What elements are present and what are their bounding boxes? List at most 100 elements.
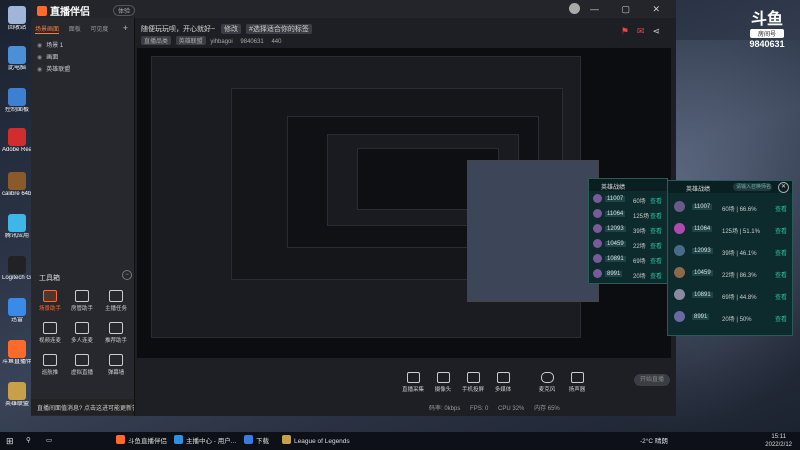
- microphone-button[interactable]: 麦克风: [533, 372, 561, 393]
- room-name: yihbagoi: [210, 39, 233, 45]
- tool-room-admin[interactable]: 房管助手: [67, 290, 97, 312]
- desktop-icon-this-pc[interactable]: 此电脑: [2, 46, 32, 72]
- list-item[interactable]: 10459 22场 查看: [589, 236, 667, 251]
- app-logo: 直播伴侣: [37, 3, 90, 18]
- avatar: [674, 201, 685, 212]
- desktop-icon-douyu-companion[interactable]: 斗鱼直播伴侣: [2, 340, 32, 366]
- rank-panel-small-header: 英雄战绩: [589, 179, 667, 191]
- tool-scene-assistant[interactable]: 场景助手: [35, 290, 65, 312]
- thunder-icon: [8, 298, 26, 316]
- room-number: 9840631: [749, 39, 785, 49]
- list-item[interactable]: 10891 69场 | 44.8% 查看: [668, 284, 792, 306]
- control-panel-icon: [8, 88, 26, 106]
- pdf-icon: [8, 128, 26, 146]
- category-pill[interactable]: 直播品类: [141, 36, 172, 45]
- tool-video-link[interactable]: 视频连麦: [35, 322, 65, 344]
- desktop-icon-adobe-reader[interactable]: Adobe Reader X: [2, 128, 32, 154]
- tool-recommend[interactable]: 推荐助手: [101, 322, 131, 344]
- room-id: 9840631: [240, 39, 264, 45]
- phone-cast-button[interactable]: 手机投屏: [459, 372, 487, 393]
- add-scene-icon[interactable]: +: [123, 23, 128, 33]
- taskbar: ⊞ ⚲ ▭ 斗鱼直播伴侣 主播中心 - 用户... 下载 League of L…: [0, 432, 800, 450]
- list-item[interactable]: 11064 125场 查看: [589, 206, 667, 221]
- camera-button[interactable]: 摄像头: [429, 372, 457, 393]
- tool-streamer-tasks[interactable]: 主播任务: [101, 290, 131, 312]
- list-item[interactable]: 8991 20场 查看: [589, 266, 667, 281]
- desktop-icon-tencent-apps[interactable]: 腾讯应用: [2, 214, 32, 240]
- task-view-icon[interactable]: ▭: [46, 435, 52, 447]
- notice-bar[interactable]: 直播间面值消息? 点击这进可能更新答疑: [31, 399, 134, 415]
- desktop-icon-control-panel[interactable]: 控制面板: [2, 88, 32, 114]
- desktop-icon-calibre[interactable]: calibre 64bit - E-book ...: [2, 172, 32, 198]
- tag-button[interactable]: #选择适合你的标签: [246, 24, 312, 34]
- scene-item[interactable]: ◉ 场景 1: [37, 40, 63, 49]
- media-button[interactable]: 多媒体: [489, 372, 517, 393]
- list-item[interactable]: 11007 60场 | 66.6% 查看: [668, 196, 792, 218]
- search-input[interactable]: 请输入召唤师名: [733, 183, 772, 191]
- tab-visibility[interactable]: 可见度: [90, 27, 108, 33]
- taskbar-item[interactable]: League of Legends: [282, 435, 350, 447]
- stream-title[interactable]: 随便玩玩呗，开心就好~: [141, 26, 215, 33]
- version-badge[interactable]: 体验: [113, 5, 136, 16]
- douyu-logo-icon: [37, 6, 47, 16]
- taskbar-item[interactable]: 下载: [244, 435, 269, 447]
- tasks-icon: [109, 290, 123, 302]
- game-pill[interactable]: 英雄联盟: [175, 36, 206, 45]
- speaker-button[interactable]: 扬声器: [563, 372, 591, 393]
- viewer-count: 440: [271, 39, 282, 45]
- window-controls[interactable]: — ▢ ✕: [590, 4, 670, 15]
- avatar: [674, 289, 685, 300]
- list-item[interactable]: 11064 125场 | 51.1% 查看: [668, 218, 792, 240]
- desktop-icon-thunder[interactable]: 迅雷: [2, 298, 32, 324]
- clock[interactable]: 15:11 2022/2/12: [765, 433, 792, 449]
- search-icon[interactable]: ⚲: [26, 435, 31, 447]
- eye-icon[interactable]: ◉: [37, 55, 42, 61]
- rank-panel-large: 英雄战绩 请输入召唤师名 ✕ 11007 60场 | 66.6% 查看 11064 1…: [667, 180, 793, 336]
- tab-scenes[interactable]: 场景画面: [35, 27, 60, 34]
- list-item[interactable]: 8991 20场 | 50% 查看: [668, 306, 792, 328]
- taskbar-item[interactable]: 主播中心 - 用户...: [174, 435, 236, 447]
- user-avatar[interactable]: [569, 3, 580, 14]
- gift-icon[interactable]: ⚑: [621, 26, 637, 36]
- logitech-icon: [8, 256, 26, 274]
- scene-item[interactable]: ◉ 画面: [37, 52, 58, 61]
- recommend-icon: [109, 322, 123, 334]
- tab-panels[interactable]: 面板: [69, 27, 81, 33]
- share-icon[interactable]: ⋖: [652, 26, 668, 36]
- message-icon[interactable]: ✉: [637, 26, 653, 36]
- eye-icon[interactable]: ◉: [37, 67, 42, 73]
- taskbar-item[interactable]: 斗鱼直播伴侣: [116, 435, 167, 447]
- eye-icon[interactable]: ◉: [37, 43, 42, 49]
- left-panel: 场景画面 面板 可见度 + ◉ 场景 1 ◉ 画面 ◉ 英雄联盟 工具箱 − 场景助手…: [31, 18, 135, 416]
- toolbox-collapse-icon[interactable]: −: [122, 270, 132, 280]
- douyu-icon: [8, 340, 26, 358]
- desktop-icon-logitech[interactable]: Logitech G HUB: [2, 256, 32, 282]
- tool-multi-link[interactable]: 多人连麦: [67, 322, 97, 344]
- list-item[interactable]: 12093 39场 查看: [589, 221, 667, 236]
- panel-title: 英雄战绩: [686, 187, 711, 193]
- list-item[interactable]: 10891 69场 查看: [589, 251, 667, 266]
- video-link-icon: [43, 322, 57, 334]
- tool-danmaku-wall[interactable]: 弹幕墙: [101, 354, 131, 376]
- avatar: [593, 209, 602, 218]
- tool-virtual-live[interactable]: 虚拟直播: [67, 354, 97, 376]
- list-item[interactable]: 11007 60场 查看: [589, 191, 667, 206]
- capture-button[interactable]: 直播采集: [399, 372, 427, 393]
- scene-item[interactable]: ◉ 英雄联盟: [37, 64, 70, 73]
- close-icon[interactable]: ✕: [778, 182, 789, 193]
- weather-widget[interactable]: -2°C 晴朗: [640, 435, 668, 445]
- edit-title-button[interactable]: 修改: [221, 24, 242, 34]
- avatar: [674, 267, 685, 278]
- list-item[interactable]: 12093 39场 | 46.1% 查看: [668, 240, 792, 262]
- windows-start-icon[interactable]: ⊞: [6, 435, 14, 447]
- desktop-icon-recycle-bin[interactable]: 回收站: [2, 6, 32, 32]
- stream-info-row: 直播品类 英雄联盟 yihbagoi 9840631 440: [141, 36, 281, 45]
- avatar: [674, 311, 685, 322]
- list-item[interactable]: 10459 22场 | 86.3% 查看: [668, 262, 792, 284]
- tool-cruise[interactable]: 巡航推: [35, 354, 65, 376]
- desktop-icon-lol[interactable]: 英雄联盟: [2, 382, 32, 408]
- start-live-button[interactable]: 开始直播: [634, 374, 670, 386]
- monitor-icon: [406, 372, 420, 383]
- app-titlebar: 直播伴侣 体验 — ▢ ✕: [31, 0, 676, 18]
- room-label: 房间号: [750, 29, 784, 38]
